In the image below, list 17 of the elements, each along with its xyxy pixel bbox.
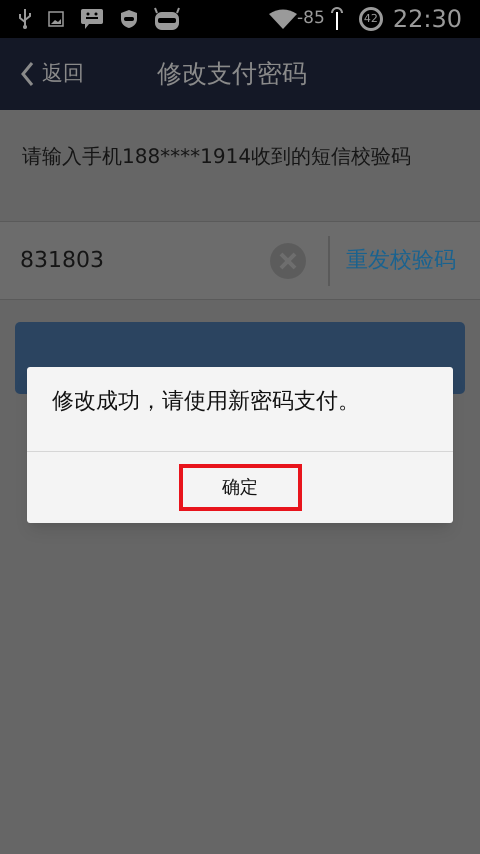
back-button[interactable]: 返回 <box>20 58 84 90</box>
shield-icon <box>120 9 138 29</box>
code-input-field[interactable]: 831803 <box>20 244 260 277</box>
chat-icon <box>80 8 104 30</box>
image-icon <box>48 11 64 27</box>
dialog-confirm-button[interactable]: 确定 <box>178 464 302 511</box>
prompt-text: 请输入手机188****1914收到的短信校验码 <box>22 143 412 170</box>
usb-icon <box>18 8 32 30</box>
battery-indicator: 42 <box>358 7 383 31</box>
dialog-message: 修改成功，请使用新密码支付。 <box>51 388 361 416</box>
page-title: 修改支付密码 <box>157 58 307 90</box>
robot-icon <box>154 7 180 31</box>
antenna-icon <box>330 7 343 31</box>
clock-time: 22:30 <box>392 4 462 35</box>
back-chevron-icon <box>20 61 34 87</box>
signal-reading: -85 <box>297 7 325 30</box>
wifi-icon <box>269 9 298 29</box>
